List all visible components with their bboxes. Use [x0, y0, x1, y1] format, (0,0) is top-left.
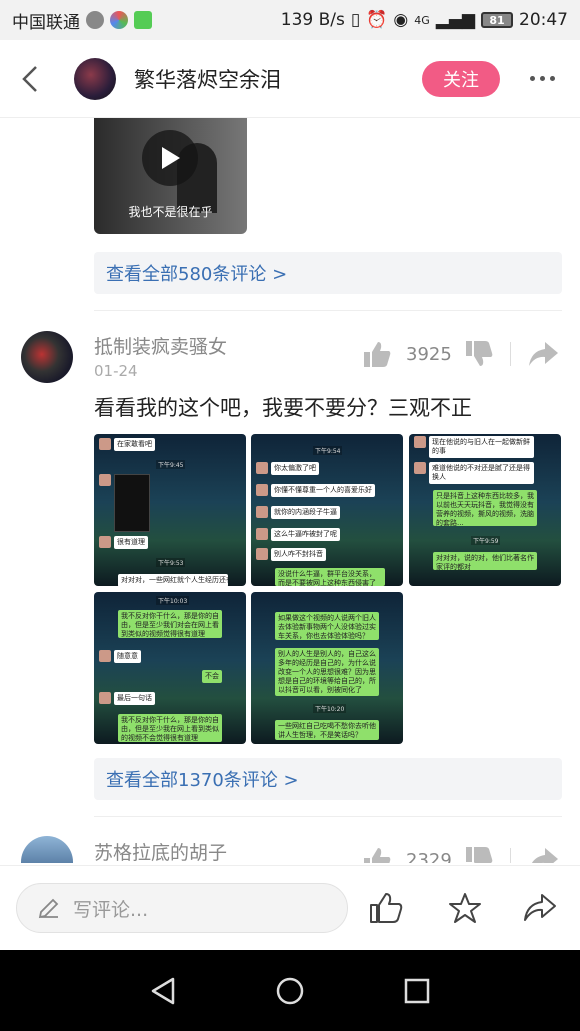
comment-text: 看看我的这个吧，我要不要分？三观不正	[94, 396, 472, 420]
comment-date: 01-24	[94, 362, 138, 380]
share-icon	[524, 894, 556, 921]
chat-screenshot[interactable]: 在家敢看吧 下午9:45 很有道理 下午9:53 对对对，一些网红就个人生经历还…	[94, 434, 246, 586]
divider	[94, 310, 562, 311]
network-label: 4G	[414, 13, 430, 27]
commenter-avatar[interactable]	[21, 331, 73, 383]
vibrate-icon: ▯	[350, 10, 361, 30]
commenter-name[interactable]: 苏格拉底的胡子	[94, 838, 227, 863]
like-icon[interactable]	[362, 340, 392, 368]
system-nav-bar	[0, 950, 580, 1031]
pencil-icon	[38, 898, 59, 919]
star-icon	[449, 893, 481, 923]
comment-actions: 3925	[362, 340, 559, 368]
more-button[interactable]	[522, 61, 562, 97]
video-caption: 我也不是很在乎	[128, 205, 213, 219]
comment-bar: 写评论...	[0, 865, 580, 950]
eye-icon: ◉	[393, 10, 409, 30]
dislike-icon[interactable]	[464, 340, 494, 368]
app-icon-green	[134, 11, 152, 29]
notification-icon	[86, 11, 104, 29]
author-name[interactable]: 繁华落烬空余泪	[134, 64, 422, 94]
app-icon	[110, 11, 128, 29]
favorite-button[interactable]	[445, 888, 485, 928]
commenter-name[interactable]: 抵制装疯卖骚女	[94, 332, 227, 359]
like-icon[interactable]	[362, 846, 392, 863]
image-grid: 在家敢看吧 下午9:45 很有道理 下午9:53 对对对，一些网红就个人生经历还…	[94, 434, 562, 744]
status-bar: 中国联通 139 B/s ▯ ⏰ ◉ 4G ▂▄▆ 81 20:47	[0, 0, 580, 40]
chat-screenshot[interactable]: 下午9:54 你太偏激了吧 你懂不懂尊重一个人的喜爱乐好 就你的内涵段子牛逼 这…	[251, 434, 403, 586]
like-count: 2329	[406, 849, 452, 864]
alarm-icon: ⏰	[366, 10, 388, 30]
clock: 20:47	[519, 10, 568, 30]
comment-actions: 2329	[362, 846, 559, 863]
share-icon[interactable]	[527, 846, 559, 863]
dislike-icon[interactable]	[464, 846, 494, 863]
comment-placeholder: 写评论...	[73, 898, 149, 921]
recents-square-icon[interactable]	[403, 977, 431, 1005]
play-icon[interactable]	[142, 130, 198, 186]
like-button[interactable]	[366, 888, 406, 928]
video-thumbnail[interactable]: 我也不是很在乎	[94, 118, 247, 234]
chat-screenshot[interactable]: 现在他说的与旧人在一起做新鲜的事 难道他说的不对还是腻了还是得换人 只是抖音上这…	[409, 434, 561, 586]
back-triangle-icon[interactable]	[149, 976, 177, 1006]
comment-input[interactable]: 写评论...	[16, 883, 348, 933]
carrier-label: 中国联通	[12, 12, 80, 33]
chat-screenshot[interactable]: 下午10:03 我不反对你干什么，那是你的自由，但是至少我们对会在网上看到类似的…	[94, 592, 246, 744]
home-circle-icon[interactable]	[275, 976, 305, 1006]
net-speed: 139 B/s	[280, 10, 345, 30]
back-arrow-icon	[22, 65, 37, 92]
commenter-avatar[interactable]	[21, 836, 73, 863]
header: 繁华落烬空余泪 关注	[0, 40, 580, 118]
share-button[interactable]	[520, 888, 560, 928]
signal-icon: ▂▄▆	[435, 10, 475, 30]
chat-screenshot[interactable]: 如果做这个视频的人说两个旧人去体验新事物两个人没体验过实车关系，你也去体验体验吗…	[251, 592, 403, 744]
share-icon[interactable]	[527, 340, 559, 368]
divider	[94, 816, 562, 817]
see-all-comments-link[interactable]: 查看全部580条评论 >	[94, 252, 562, 294]
see-all-comments-link[interactable]: 查看全部1370条评论 >	[94, 758, 562, 800]
follow-button[interactable]: 关注	[422, 60, 500, 97]
thumbs-up-icon	[370, 893, 403, 923]
battery-icon: 81	[481, 12, 513, 28]
author-avatar[interactable]	[74, 57, 116, 100]
back-button[interactable]	[0, 40, 60, 118]
like-count: 3925	[406, 343, 452, 365]
comment-feed[interactable]: 我也不是很在乎 查看全部580条评论 > 抵制装疯卖骚女 01-24 3925 …	[0, 118, 580, 863]
